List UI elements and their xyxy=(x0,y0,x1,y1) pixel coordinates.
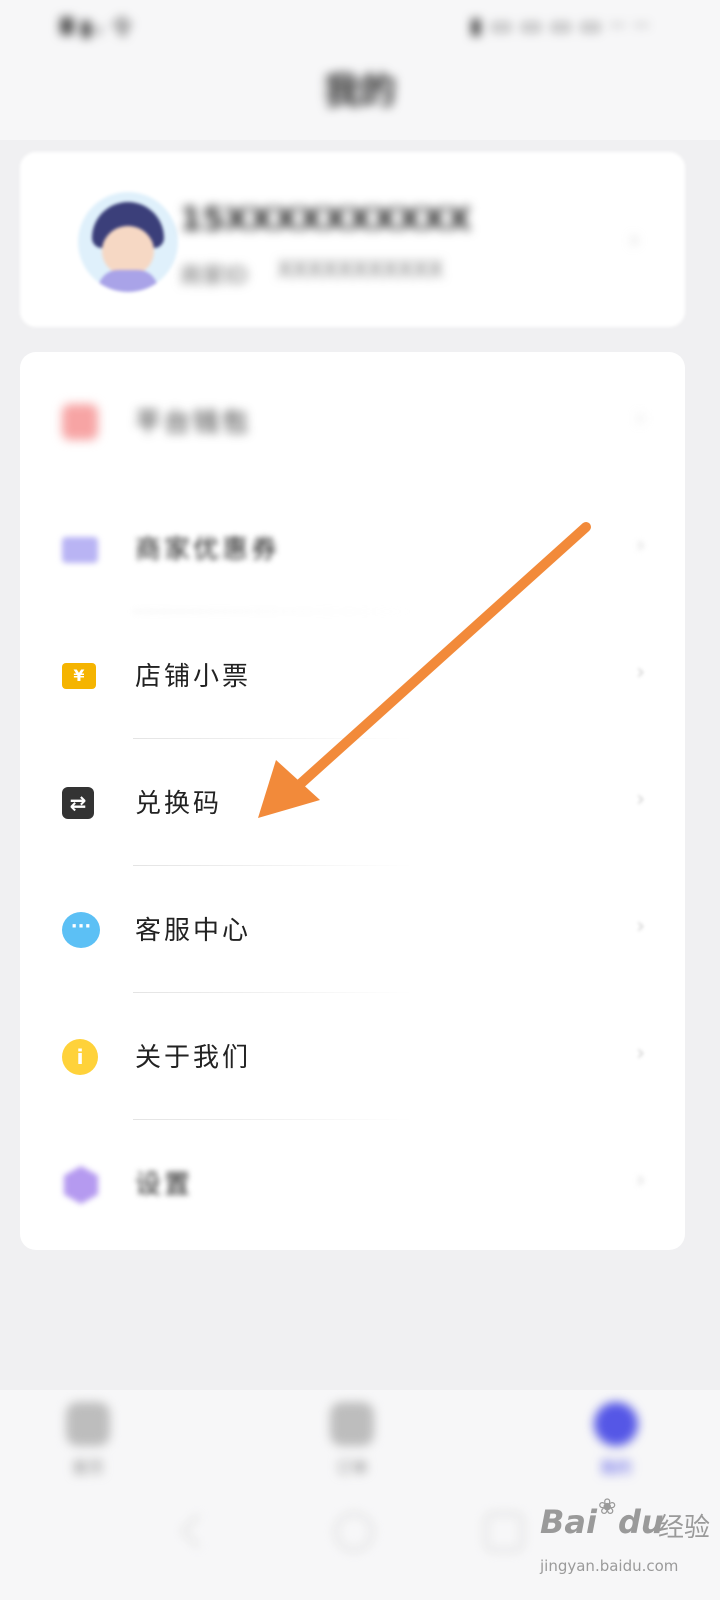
menu-item-label: 商家优惠券 xyxy=(135,535,281,565)
menu-item-label: 兑换码 xyxy=(135,789,223,819)
menu-item-store-receipts[interactable]: ¥ 店铺小票 › xyxy=(20,612,685,739)
chevron-right-icon: › xyxy=(636,660,645,685)
avatar-body xyxy=(98,270,158,292)
top-bar: ▮ᵢₗ 令 ▮ ▭ ▭ ▭ ▭ ·· ·· 我的 xyxy=(0,0,720,140)
chevron-right-icon: › xyxy=(636,406,645,431)
tab-profile[interactable]: 我的 xyxy=(556,1402,676,1492)
menu-item-label: 店铺小票 xyxy=(135,662,252,692)
home-circle-icon[interactable] xyxy=(335,1513,373,1551)
paw-icon: ❀ xyxy=(598,1495,617,1520)
tab-home[interactable]: 首页 xyxy=(28,1402,148,1492)
home-icon xyxy=(66,1402,110,1446)
profile-icon xyxy=(594,1402,638,1446)
menu-item-label: 关于我们 xyxy=(135,1043,252,1073)
account-phone: 15XXXXXXXXXX xyxy=(180,200,472,238)
member-label: 商家ID xyxy=(180,264,248,289)
menu-item-customer-service[interactable]: ··· 客服中心 › xyxy=(20,866,685,993)
coupon-icon xyxy=(62,537,98,563)
profile-chevron-icon: › xyxy=(630,228,639,253)
info-icon: i xyxy=(62,1039,98,1075)
menu-item-about-us[interactable]: i 关于我们 › xyxy=(20,993,685,1120)
menu-item-wallet[interactable]: 平台钱包 › xyxy=(20,358,685,485)
profile-card[interactable] xyxy=(20,152,685,327)
tab-label: 首页 xyxy=(71,1458,104,1477)
chevron-right-icon: › xyxy=(636,1041,645,1066)
status-bar-right: ▮ ▭ ▭ ▭ ▭ ·· ·· xyxy=(450,12,650,40)
settings-hexagon-icon xyxy=(63,1166,99,1204)
menu-item-redeem-code[interactable]: ⇄ 兑换码 › xyxy=(20,739,685,866)
tab-orders[interactable]: 订单 xyxy=(292,1402,412,1492)
menu-item-label: 平台钱包 xyxy=(135,408,252,438)
back-icon[interactable] xyxy=(181,1514,215,1548)
member-line: 商家ID XXXXXXXXXXX xyxy=(180,258,443,290)
watermark-brand-b: du xyxy=(618,1503,664,1541)
recents-icon[interactable] xyxy=(485,1513,523,1551)
wallet-icon xyxy=(62,404,98,440)
avatar[interactable] xyxy=(78,192,178,292)
chevron-right-icon: › xyxy=(636,914,645,939)
chevron-right-icon: › xyxy=(636,533,645,558)
menu-item-settings[interactable]: 设置 › xyxy=(20,1120,685,1247)
exchange-icon: ⇄ xyxy=(62,787,94,819)
chevron-right-icon: › xyxy=(636,787,645,812)
tab-label: 我的 xyxy=(599,1458,632,1477)
status-bar-left: ▮ᵢₗ 令 xyxy=(60,12,200,41)
orders-icon xyxy=(330,1402,374,1446)
watermark-url: jingyan.baidu.com xyxy=(540,1557,679,1575)
watermark-brand-a: Bai xyxy=(540,1503,597,1541)
status-left-text: ▮ᵢₗ 令 xyxy=(80,16,134,41)
tab-label: 订单 xyxy=(335,1458,368,1477)
menu-item-merchant-coupons[interactable]: 商家优惠券 › xyxy=(20,485,685,612)
watermark: Bai ❀ du 经验 jingyan.baidu.com xyxy=(540,1495,720,1595)
menu-item-label: 客服中心 xyxy=(135,916,252,946)
menu-item-label: 设置 xyxy=(135,1170,194,1200)
status-right-text: ▮ ▭ ▭ ▭ ▭ ·· ·· xyxy=(469,13,650,39)
watermark-cn: 经验 xyxy=(658,1513,711,1543)
receipt-ticket-icon: ¥ xyxy=(62,663,96,689)
chat-bubble-icon: ··· xyxy=(62,912,100,948)
chevron-right-icon: › xyxy=(636,1168,645,1193)
member-id: XXXXXXXXXXX xyxy=(277,258,444,283)
avatar-face xyxy=(102,226,154,276)
page-title: 我的 xyxy=(323,71,396,112)
signal-icon xyxy=(60,17,74,35)
